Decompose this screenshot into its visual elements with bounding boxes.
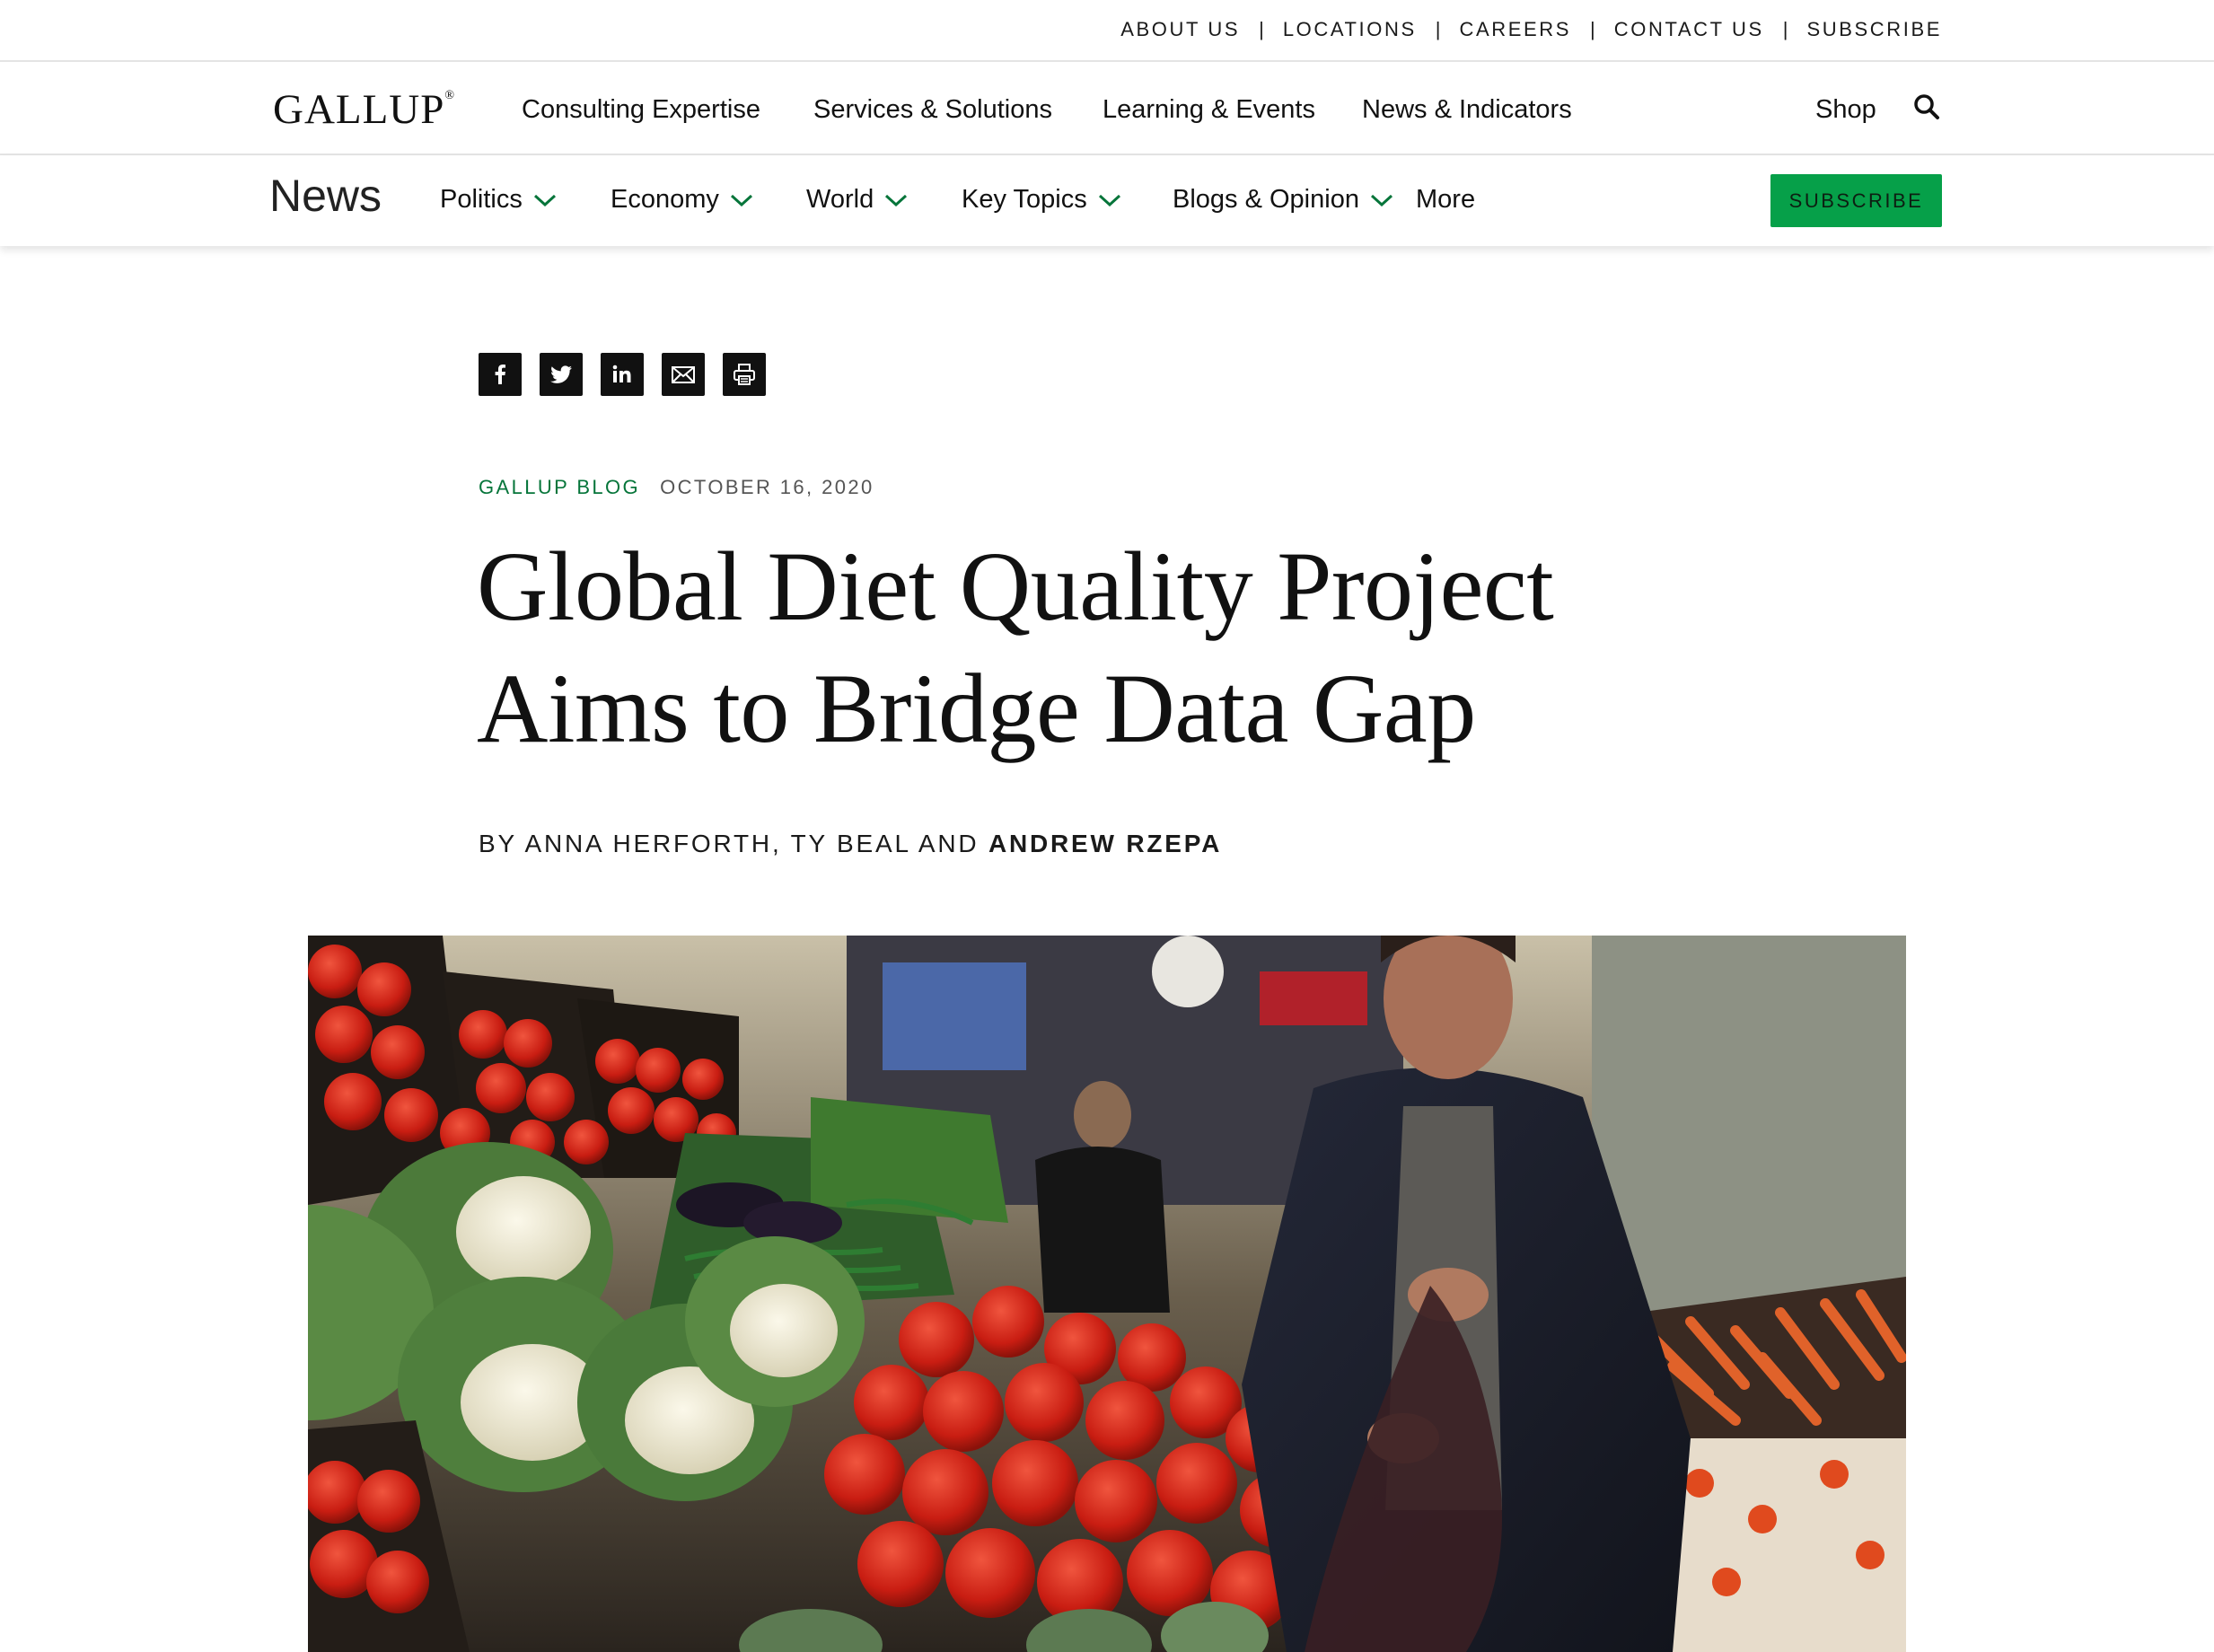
email-icon — [672, 366, 695, 383]
divider: | — [1259, 18, 1264, 40]
snav-blogs-opinion[interactable]: Blogs & Opinion — [1173, 185, 1393, 215]
registered-mark: ® — [444, 89, 456, 102]
twitter-share-button[interactable] — [540, 353, 583, 396]
email-share-button[interactable] — [662, 353, 705, 396]
snav-more[interactable]: More — [1416, 185, 1475, 215]
article-category[interactable]: GALLUP BLOG — [479, 476, 640, 499]
chevron-down-icon — [885, 194, 908, 206]
hero-image — [308, 936, 1906, 1652]
gallup-logo[interactable]: GALLUP® — [273, 85, 455, 134]
nav-learning-events[interactable]: Learning & Events — [1103, 95, 1315, 125]
article-date: OCTOBER 16, 2020 — [660, 476, 874, 498]
careers-link[interactable]: CAREERS — [1459, 18, 1571, 41]
article-byline: BY ANNA HERFORTH, TY BEAL AND ANDREW RZE… — [479, 830, 1222, 858]
twitter-icon — [550, 365, 572, 383]
section-nav: News Politics Economy World Key Topics B… — [0, 155, 2214, 246]
nav-shop[interactable]: Shop — [1815, 95, 1876, 125]
byline-author-link[interactable]: ANDREW RZEPA — [988, 830, 1222, 857]
snav-label: Key Topics — [962, 185, 1087, 214]
snav-label: Politics — [440, 185, 523, 214]
contact-us-link[interactable]: CONTACT US — [1614, 18, 1764, 41]
subscribe-button[interactable]: SUBSCRIBE — [1770, 174, 1942, 227]
divider: | — [1782, 18, 1788, 40]
divider: | — [1435, 18, 1441, 40]
headline-line-1: Global Diet Quality Project — [477, 532, 1554, 641]
nav-news-indicators[interactable]: News & Indicators — [1362, 95, 1572, 125]
snav-economy[interactable]: Economy — [611, 185, 753, 215]
logo-text: GALLUP — [273, 86, 445, 133]
snav-label: World — [806, 185, 874, 214]
section-title-news[interactable]: News — [269, 170, 382, 222]
facebook-share-button[interactable] — [479, 353, 522, 396]
linkedin-share-button[interactable] — [601, 353, 644, 396]
print-icon — [734, 364, 755, 385]
snav-key-topics[interactable]: Key Topics — [962, 185, 1121, 215]
locations-link[interactable]: LOCATIONS — [1283, 18, 1417, 41]
snav-label: Blogs & Opinion — [1173, 185, 1359, 214]
utility-bar: ABOUT US | LOCATIONS | CAREERS | CONTACT… — [0, 0, 2214, 62]
article-headline: Global Diet Quality Project Aims to Bridg… — [477, 525, 1644, 769]
chevron-down-icon — [730, 194, 752, 206]
snav-politics[interactable]: Politics — [440, 185, 557, 215]
nav-services-solutions[interactable]: Services & Solutions — [813, 95, 1052, 125]
article-meta: GALLUP BLOG OCTOBER 16, 2020 — [479, 476, 874, 499]
chevron-down-icon — [533, 194, 556, 206]
chevron-down-icon — [1098, 194, 1120, 206]
snav-world[interactable]: World — [806, 185, 908, 215]
facebook-icon — [495, 365, 505, 384]
divider: | — [1590, 18, 1595, 40]
headline-line-2: Aims to Bridge Data Gap — [477, 654, 1476, 763]
search-icon[interactable] — [1913, 93, 1940, 120]
utility-links: ABOUT US | LOCATIONS | CAREERS | CONTACT… — [1120, 18, 1942, 41]
main-nav: GALLUP® Consulting Expertise Services & … — [0, 62, 2214, 155]
snav-label: Economy — [611, 185, 719, 214]
market-scene-illustration — [308, 936, 1906, 1652]
linkedin-icon — [612, 365, 631, 382]
chevron-down-icon — [1370, 194, 1393, 206]
share-bar — [479, 353, 784, 396]
print-share-button[interactable] — [723, 353, 766, 396]
nav-consulting-expertise[interactable]: Consulting Expertise — [522, 95, 760, 125]
byline-authors: BY ANNA HERFORTH, TY BEAL AND — [479, 830, 988, 857]
utility-subscribe-link[interactable]: SUBSCRIBE — [1806, 18, 1942, 41]
about-us-link[interactable]: ABOUT US — [1120, 18, 1240, 41]
